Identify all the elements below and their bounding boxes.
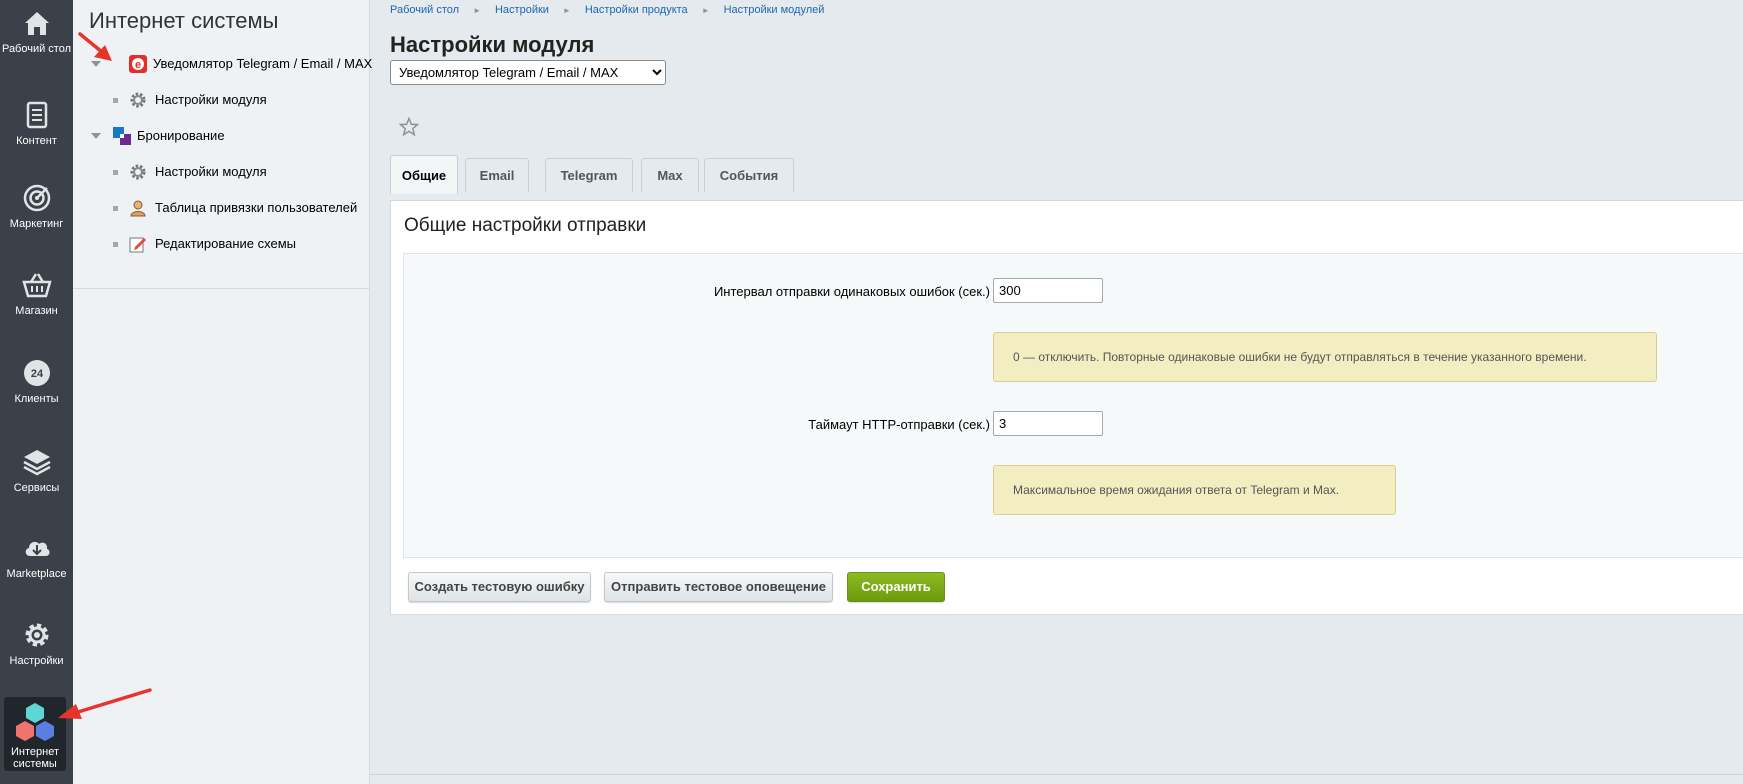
tab-email[interactable]: Email bbox=[465, 158, 529, 192]
menu-item-label: Настройки модуля bbox=[155, 92, 267, 107]
rail-label: Marketplace bbox=[6, 568, 67, 580]
send-test-notification-button[interactable]: Отправить тестовое оповещение bbox=[604, 572, 833, 602]
breadcrumb-separator-icon: ► bbox=[562, 6, 571, 15]
breadcrumb-item[interactable]: Настройки модулей bbox=[724, 4, 825, 16]
interval-label: Интервал отправки одинаковых ошибок (сек… bbox=[713, 284, 990, 299]
create-test-error-button[interactable]: Создать тестовую ошибку bbox=[408, 572, 591, 602]
menu-panel: Интернет системы e Уведомлятор Telegram … bbox=[73, 0, 373, 784]
rail-label: Сервисы bbox=[13, 482, 60, 494]
basket-icon bbox=[21, 273, 52, 298]
rail-label: Настройки bbox=[9, 655, 64, 667]
rail-content[interactable]: Контент bbox=[0, 100, 73, 147]
interval-input[interactable] bbox=[993, 278, 1103, 303]
gear-icon bbox=[130, 164, 146, 180]
gear-icon bbox=[130, 92, 146, 108]
rail-marketing[interactable]: Маркетинг bbox=[0, 183, 73, 230]
bullet-icon bbox=[113, 170, 118, 175]
section-title: Общие настройки отправки bbox=[404, 215, 647, 236]
left-rail: Рабочий стол Контент Маркетинг Магазин 2… bbox=[0, 0, 73, 784]
tab-events[interactable]: События bbox=[704, 158, 794, 192]
breadcrumb-separator-icon: ► bbox=[473, 6, 481, 15]
menu-item-label: Уведомлятор Telegram / Email / MAX bbox=[153, 56, 373, 71]
document-icon bbox=[26, 101, 47, 129]
settings-panel: Общие настройки отправки Интервал отправ… bbox=[390, 200, 1743, 615]
module-select[interactable]: Уведомлятор Telegram / Email / MAX bbox=[390, 60, 666, 85]
timeout-label: Таймаут HTTP-отправки (сек.) bbox=[808, 417, 990, 432]
e-logo-icon: e bbox=[129, 55, 147, 73]
tab-general[interactable]: Общие bbox=[390, 155, 458, 194]
rail-label: Рабочий стол bbox=[1, 43, 72, 55]
menu-item-label: Редактирование схемы bbox=[155, 236, 297, 251]
menu-item-label: Бронирование bbox=[137, 128, 225, 143]
interval-hint: 0 — отключить. Повторные одинаковые ошиб… bbox=[993, 332, 1657, 382]
bullet-icon bbox=[113, 98, 118, 103]
rail-label: Маркетинг bbox=[9, 218, 64, 230]
breadcrumb-item[interactable]: Рабочий стол bbox=[390, 4, 459, 16]
clock-24-icon: 24 bbox=[23, 360, 50, 386]
rail-settings[interactable]: Настройки bbox=[0, 620, 73, 667]
timeout-input[interactable] bbox=[993, 411, 1103, 436]
bullet-icon bbox=[113, 206, 118, 211]
home-icon bbox=[24, 12, 49, 35]
menu-item-label: Таблица привязки пользователей bbox=[155, 200, 358, 215]
layers-icon bbox=[22, 450, 51, 476]
target-icon bbox=[23, 184, 50, 212]
svg-text:e: e bbox=[135, 59, 141, 71]
edit-icon bbox=[129, 237, 146, 253]
user-icon bbox=[130, 200, 146, 217]
annotation-arrow-icon bbox=[58, 688, 152, 719]
rail-clients[interactable]: 24 Клиенты bbox=[0, 358, 73, 405]
menu-title: Интернет системы bbox=[89, 8, 279, 33]
gear-icon bbox=[25, 623, 48, 647]
save-button[interactable]: Сохранить bbox=[847, 572, 945, 602]
footer-divider bbox=[369, 774, 1743, 775]
cloud-download-icon bbox=[25, 541, 50, 556]
rail-label: Клиенты bbox=[14, 393, 59, 405]
rail-shop[interactable]: Магазин bbox=[0, 270, 73, 317]
cubes-icon bbox=[16, 703, 54, 741]
rail-label: Магазин bbox=[15, 305, 58, 317]
breadcrumb-separator-icon: ► bbox=[701, 6, 710, 15]
star-icon[interactable] bbox=[399, 117, 419, 137]
rail-label: Контент bbox=[16, 135, 57, 147]
annotation-arrow-icon bbox=[78, 32, 112, 61]
breadcrumb-item[interactable]: Настройки продукта bbox=[585, 4, 688, 16]
bullet-icon bbox=[113, 242, 118, 247]
form-area: Интервал отправки одинаковых ошибок (сек… bbox=[403, 253, 1743, 558]
menu-item-label: Настройки модуля bbox=[155, 164, 267, 179]
svg-text:24: 24 bbox=[30, 368, 43, 380]
page-title: Настройки модуля bbox=[390, 32, 595, 57]
tab-max[interactable]: Max bbox=[641, 158, 699, 192]
breadcrumb: Рабочий стол ► Настройки ► Настройки продукт… bbox=[390, 4, 824, 16]
rail-marketplace[interactable]: Marketplace bbox=[0, 533, 73, 580]
timeout-hint: Максимальное время ожидания ответа от Te… bbox=[993, 465, 1396, 515]
rail-label: Интернет системы bbox=[11, 746, 59, 770]
rail-desktop[interactable]: Рабочий стол bbox=[0, 8, 73, 55]
tab-telegram[interactable]: Telegram bbox=[545, 158, 633, 192]
breadcrumb-item[interactable]: Настройки bbox=[495, 4, 549, 16]
menu-divider bbox=[73, 288, 369, 289]
main-content: Рабочий стол ► Настройки ► Настройки продукт… bbox=[369, 0, 1743, 784]
rail-services[interactable]: Сервисы bbox=[0, 447, 73, 494]
expand-arrow-icon[interactable] bbox=[91, 133, 101, 139]
booking-logo-icon bbox=[113, 127, 131, 145]
